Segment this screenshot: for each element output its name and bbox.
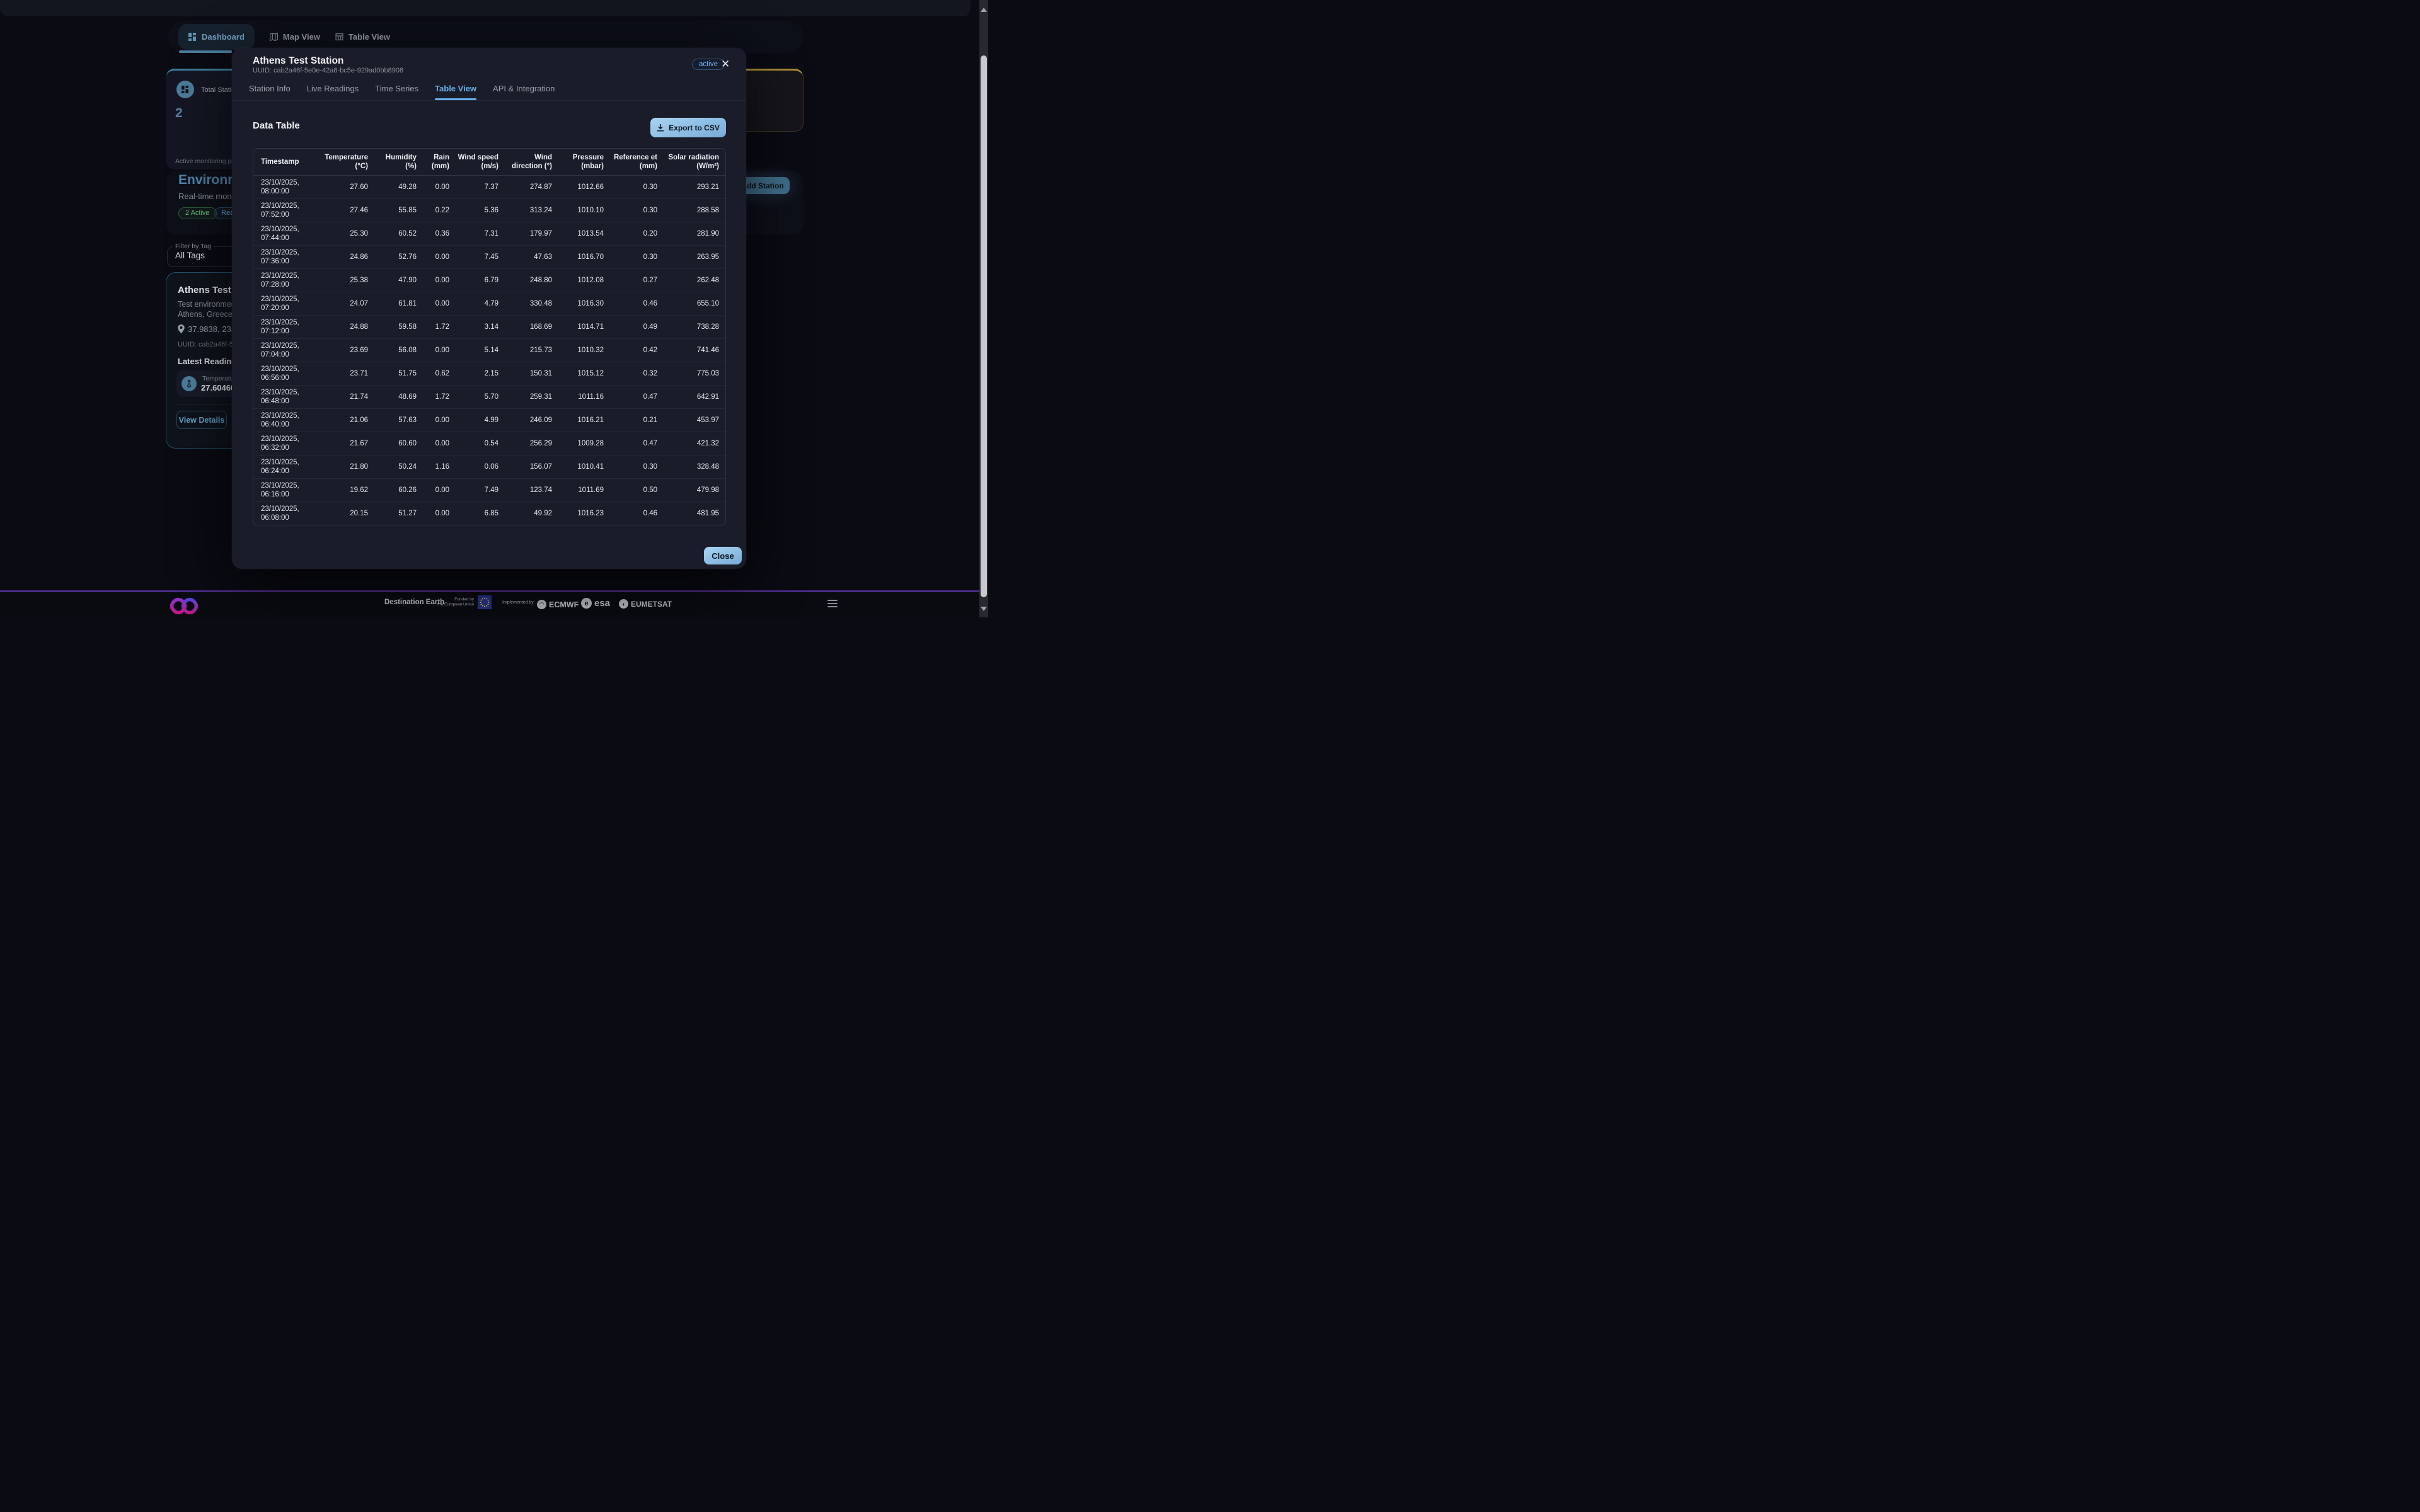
scrollbar-thumb[interactable] xyxy=(981,55,987,597)
station-desc-2: Athens, Greece xyxy=(178,310,233,319)
export-csv-button[interactable]: Export to CSV xyxy=(650,118,726,137)
funded-line2: the European Union xyxy=(437,602,474,607)
table-row: 23/10/2025,08:00:0027.6049.280.007.37274… xyxy=(253,175,726,198)
table-row: 23/10/2025,06:24:0021.8050.241.160.06156… xyxy=(253,455,726,478)
table-row: 23/10/2025,07:44:0025.3060.520.367.31179… xyxy=(253,222,726,245)
table-row: 23/10/2025,06:40:0021.0657.630.004.99246… xyxy=(253,408,726,432)
page-scrollbar[interactable] xyxy=(979,0,988,617)
browser-top-bar xyxy=(0,0,971,16)
column-header: Timestamp xyxy=(253,149,318,175)
table-row: 23/10/2025,06:56:0023.7151.750.622.15150… xyxy=(253,362,726,385)
table-row: 23/10/2025,06:16:0019.6260.260.007.49123… xyxy=(253,478,726,501)
map-icon xyxy=(270,33,278,41)
column-header: Pressure(mbar) xyxy=(560,149,611,175)
status-badge: active xyxy=(692,59,725,70)
eumetsat-logo[interactable]: ◗ EUMETSAT xyxy=(619,599,672,609)
download-icon xyxy=(657,124,664,132)
tab-time-series[interactable]: Time Series xyxy=(375,84,418,100)
tab-api-integration[interactable]: API & Integration xyxy=(493,84,555,100)
station-modal: Athens Test Station UUID: cab2a46f-5e0e-… xyxy=(232,48,746,569)
table-row: 23/10/2025,07:36:0024.8652.760.007.4547.… xyxy=(253,245,726,268)
table-row: 23/10/2025,07:20:0024.0761.810.004.79330… xyxy=(253,292,726,315)
eumetsat-label: EUMETSAT xyxy=(631,600,672,609)
column-header: Temperature(°C) xyxy=(318,149,376,175)
destination-earth-label: Destination Earth xyxy=(384,598,444,606)
modal-close-button[interactable]: Close xyxy=(704,547,742,564)
export-csv-label: Export to CSV xyxy=(669,123,720,132)
column-header: Solar radiation(W/m²) xyxy=(665,149,726,175)
column-header: Humidity(%) xyxy=(376,149,424,175)
active-tab-underline xyxy=(179,50,232,53)
tag-filter-value: All Tags xyxy=(175,251,205,260)
modal-tabs: Station Info Live Readings Time Series T… xyxy=(249,84,555,100)
tab-dashboard-label: Dashboard xyxy=(202,32,245,42)
destination-earth-logo[interactable] xyxy=(169,595,199,617)
table-icon xyxy=(335,33,343,41)
table-row: 23/10/2025,06:48:0021.7448.691.725.70259… xyxy=(253,385,726,408)
table-header: TimestampTemperature(°C)Humidity(%)Rain(… xyxy=(253,149,726,175)
column-header: Rain(mm) xyxy=(424,149,457,175)
tab-dashboard[interactable]: Dashboard xyxy=(178,24,255,50)
tag-filter-label: Filter by Tag xyxy=(173,243,214,250)
implemented-by-label: Implemented by xyxy=(502,600,534,605)
table-row: 23/10/2025,07:52:0027.4655.850.225.36313… xyxy=(253,198,726,222)
active-count-badge: 2 Active xyxy=(178,207,217,219)
column-header: Winddirection (°) xyxy=(506,149,560,175)
funded-line1: Funded by xyxy=(454,597,474,602)
esa-icon: e xyxy=(581,598,592,609)
table-row: 23/10/2025,07:04:0023.6956.080.005.14215… xyxy=(253,338,726,362)
tab-table-view-label: Table View xyxy=(349,32,390,42)
menu-icon[interactable] xyxy=(827,600,838,609)
tab-map-view-label: Map View xyxy=(283,32,320,42)
thermometer-icon xyxy=(182,376,197,391)
tab-table-view[interactable]: Table View xyxy=(335,32,390,42)
dashboard-icon xyxy=(188,33,197,41)
ecmwf-icon: ◠ xyxy=(537,600,546,609)
location-pin-icon xyxy=(178,324,185,333)
eumetsat-icon: ◗ xyxy=(619,599,628,609)
table-row: 23/10/2025,07:12:0024.8859.581.723.14168… xyxy=(253,315,726,338)
stations-grid-icon xyxy=(176,81,194,98)
tab-table-view-modal[interactable]: Table View xyxy=(435,84,476,100)
esa-logo[interactable]: e esa xyxy=(581,598,610,609)
table-row: 23/10/2025,07:28:0025.3847.900.006.79248… xyxy=(253,268,726,292)
data-table-title: Data Table xyxy=(253,120,300,131)
ecmwf-logo[interactable]: ◠ ECMWF xyxy=(537,600,579,609)
table-row: 23/10/2025,06:08:0020.1551.270.006.8549.… xyxy=(253,501,726,525)
column-header: Wind speed(m/s) xyxy=(457,149,506,175)
total-stations-value: 2 xyxy=(175,106,183,121)
close-icon[interactable]: ✕ xyxy=(721,58,730,71)
scroll-up-arrow[interactable] xyxy=(981,8,987,12)
data-table-body: 23/10/2025,08:00:0027.6049.280.007.37274… xyxy=(253,175,726,525)
table-row: 23/10/2025,06:32:0021.6760.600.000.54256… xyxy=(253,432,726,455)
tab-live-readings[interactable]: Live Readings xyxy=(307,84,359,100)
modal-close-label: Close xyxy=(712,551,734,561)
funded-by-label: Funded by the European Union xyxy=(437,597,474,607)
eu-flag xyxy=(478,595,492,609)
column-header: Reference et(mm) xyxy=(611,149,665,175)
ecmwf-label: ECMWF xyxy=(549,600,579,609)
esa-label: esa xyxy=(594,598,610,609)
app-root: Dashboard Map View Table View Total Stat… xyxy=(0,0,988,617)
scroll-down-arrow[interactable] xyxy=(981,607,987,611)
tab-station-info[interactable]: Station Info xyxy=(249,84,291,100)
tabs-divider xyxy=(232,100,746,101)
modal-uuid: UUID: cab2a46f-5e0e-42a8-bc5e-929ad0bb89… xyxy=(253,67,403,74)
tab-map-view[interactable]: Map View xyxy=(270,32,320,42)
data-table: TimestampTemperature(°C)Humidity(%)Rain(… xyxy=(253,148,726,525)
view-details-button[interactable]: View Details xyxy=(176,411,227,429)
modal-title: Athens Test Station xyxy=(253,55,343,67)
footer: Destination Earth Funded by the European… xyxy=(0,590,988,617)
